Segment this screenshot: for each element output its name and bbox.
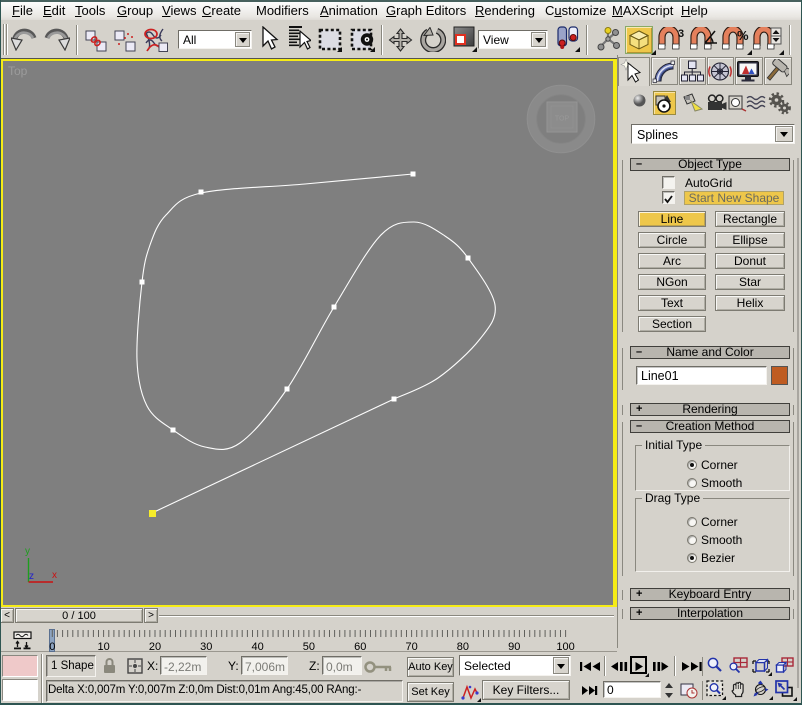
svg-text:30: 30 xyxy=(200,641,212,652)
svg-text:z: z xyxy=(29,571,34,582)
svg-text:20: 20 xyxy=(149,641,161,652)
svg-text:y: y xyxy=(25,546,30,557)
svg-text:10: 10 xyxy=(97,641,109,652)
svg-text:%: % xyxy=(737,28,749,43)
svg-text:80: 80 xyxy=(457,641,469,652)
svg-text:40: 40 xyxy=(251,641,263,652)
svg-text:x: x xyxy=(52,570,57,581)
svg-text:50: 50 xyxy=(303,641,315,652)
svg-text:90: 90 xyxy=(508,641,520,652)
svg-text:0: 0 xyxy=(49,641,55,652)
svg-text:70: 70 xyxy=(405,641,417,652)
svg-text:3: 3 xyxy=(678,28,684,40)
svg-text:60: 60 xyxy=(354,641,366,652)
svg-text:100: 100 xyxy=(556,641,574,652)
